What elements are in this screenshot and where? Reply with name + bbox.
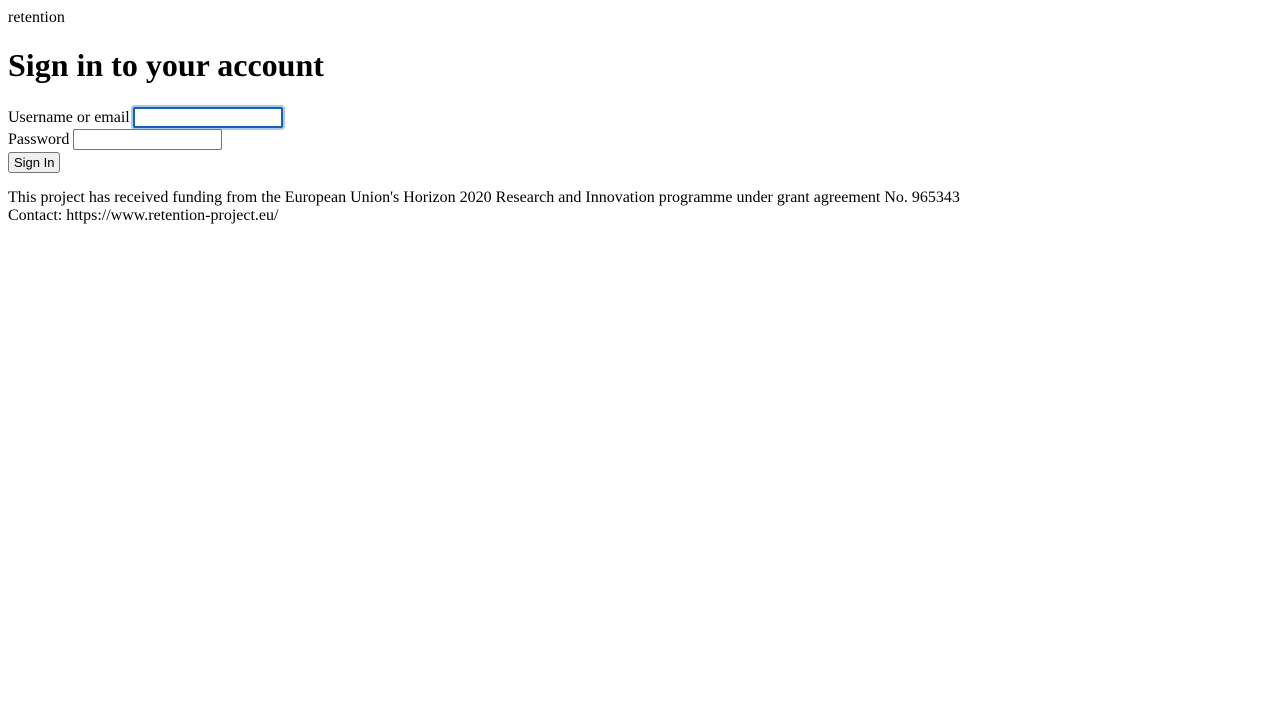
- password-input[interactable]: [73, 129, 223, 150]
- password-row: Password: [8, 129, 223, 150]
- brand-name: retention: [8, 9, 65, 26]
- login-page: retention Sign in to your account Userna…: [0, 0, 1268, 708]
- sign-in-button[interactable]: Sign In: [8, 152, 61, 173]
- contact-text: Contact: https://www.retention-project.e…: [8, 207, 279, 224]
- username-row: Username or email: [8, 107, 283, 128]
- username-input[interactable]: [132, 107, 283, 128]
- password-label: Password: [8, 131, 70, 148]
- username-label: Username or email: [8, 109, 130, 126]
- page-title: Sign in to your account: [8, 47, 324, 83]
- funding-notice: This project has received funding from t…: [8, 189, 960, 206]
